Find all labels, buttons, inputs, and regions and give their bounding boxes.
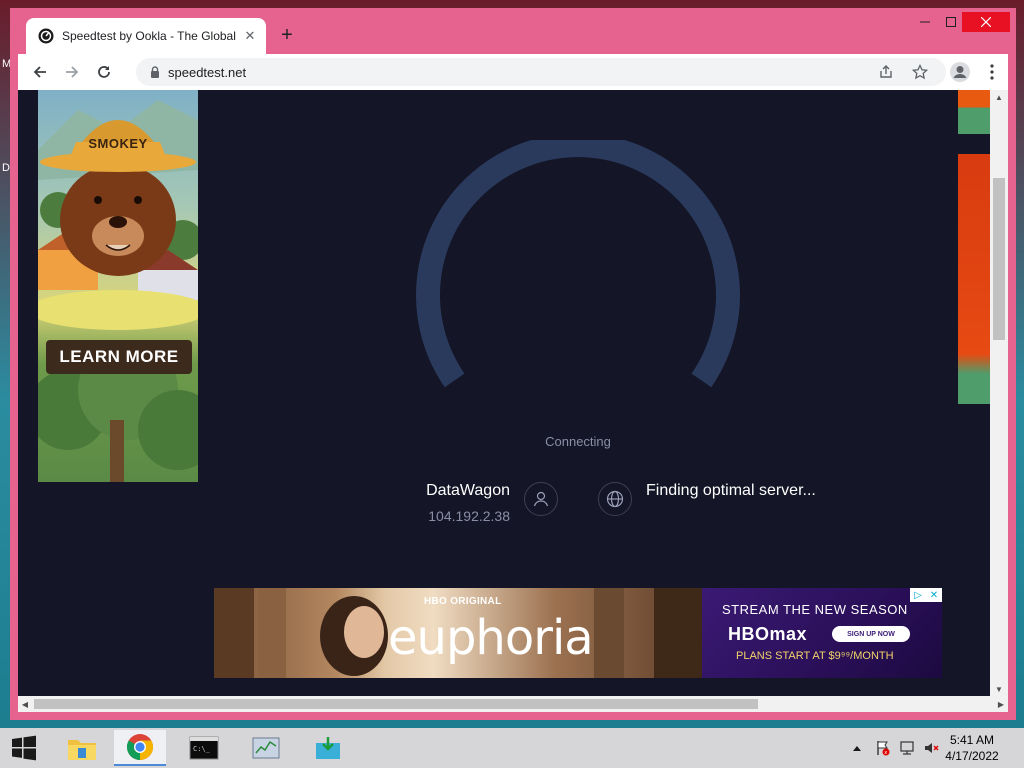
chrome-taskbar-button[interactable] (114, 730, 166, 766)
chrome-icon (126, 734, 154, 761)
smokey-hat-text: SMOKEY (88, 136, 148, 151)
cmd-taskbar-button[interactable]: C:\_ (178, 730, 230, 766)
euphoria-photo: HBO ORIGINAL euphoria (214, 588, 702, 678)
hbo-max-banner-ad[interactable]: HBO ORIGINAL euphoria STREAM THE NEW SEA… (214, 588, 942, 678)
connection-status: Connecting (545, 434, 611, 449)
smokey-bear-ad[interactable]: SMOKEY LEARN MORE (38, 90, 198, 482)
plans-text: PLANS START AT $9⁹⁹/MONTH (736, 650, 894, 662)
euphoria-title: euphoria (388, 610, 594, 666)
hbo-original-label: HBO ORIGINAL (424, 596, 502, 607)
close-window-button[interactable] (962, 12, 1010, 32)
reload-button[interactable] (90, 58, 118, 86)
right-ad-middle[interactable] (958, 154, 990, 404)
ad-close-icon[interactable]: ✕ (926, 588, 942, 602)
network-icon (900, 741, 914, 755)
clock-date: 4/17/2022 (945, 749, 999, 763)
vertical-scroll-thumb[interactable] (993, 178, 1005, 340)
desktop-icon-label[interactable]: D (2, 162, 10, 174)
scroll-left-icon[interactable]: ◀ (18, 696, 32, 712)
scroll-down-icon[interactable]: ▼ (990, 682, 1008, 696)
learn-more-button[interactable]: LEARN MORE (46, 340, 192, 374)
svg-text:C:\_: C:\_ (193, 745, 211, 753)
browser-menu-button[interactable] (978, 58, 1006, 86)
ad-choices-icon[interactable]: ▷ (910, 588, 926, 602)
flag-warning-icon: x (877, 741, 890, 756)
horizontal-scrollbar[interactable]: ◀ ▶ (18, 696, 1008, 712)
download-icon (316, 737, 340, 759)
address-bar[interactable]: speedtest.net (136, 58, 946, 86)
browser-window: Speedtest by Ookla - The Global ✕ + spee… (10, 8, 1016, 720)
ad-choices[interactable]: ▷ ✕ (910, 588, 942, 602)
task-manager-taskbar-button[interactable] (240, 730, 292, 766)
forward-button[interactable] (58, 58, 86, 86)
show-hidden-icons-button[interactable] (848, 728, 866, 768)
maximize-icon (946, 17, 956, 27)
globe-icon (606, 490, 624, 508)
network-tray-button[interactable] (896, 728, 918, 768)
windows-logo-icon (12, 735, 36, 761)
close-icon (981, 17, 991, 27)
profile-button[interactable] (946, 58, 974, 86)
scroll-up-icon[interactable]: ▲ (990, 90, 1008, 104)
sign-up-now-button[interactable]: SIGN UP NOW (832, 626, 910, 642)
scroll-right-icon[interactable]: ▶ (994, 696, 1008, 712)
clock-time: 5:41 AM (949, 733, 995, 747)
isp-ip-address: 104.192.2.38 (428, 508, 510, 524)
minimize-icon (920, 21, 930, 23)
forward-arrow-icon (66, 66, 79, 78)
chevron-up-icon (853, 746, 861, 751)
task-manager-icon (252, 737, 280, 759)
folder-icon (68, 740, 96, 760)
bookmark-star-icon[interactable] (912, 64, 928, 80)
new-tab-button[interactable]: + (276, 24, 298, 46)
stream-headline: STREAM THE NEW SEASON (722, 602, 908, 617)
right-ad-top[interactable] (958, 90, 990, 134)
kebab-menu-icon (990, 64, 994, 80)
speed-gauge (416, 140, 740, 388)
browser-tab[interactable]: Speedtest by Ookla - The Global ✕ (26, 18, 266, 54)
user-icon (533, 491, 549, 507)
back-arrow-icon (33, 66, 46, 78)
speedtest-favicon-icon (38, 28, 54, 44)
reload-icon (98, 66, 110, 78)
action-center-flag-button[interactable]: x (872, 728, 894, 768)
system-clock[interactable]: 5:41 AM 4/17/2022 (932, 732, 1012, 764)
tab-title: Speedtest by Ookla - The Global (62, 29, 236, 43)
hbo-max-promo: STREAM THE NEW SEASON HBOmax SIGN UP NOW… (702, 588, 942, 678)
user-circle[interactable] (524, 482, 558, 516)
start-button[interactable] (0, 728, 48, 768)
vertical-scrollbar[interactable]: ▲ ▼ (990, 90, 1008, 696)
gauge-track (416, 140, 740, 388)
downloader-taskbar-button[interactable] (302, 730, 354, 766)
globe-circle[interactable] (598, 482, 632, 516)
server-status[interactable]: Finding optimal server... (646, 482, 816, 500)
back-button[interactable] (26, 58, 54, 86)
tab-close-icon[interactable]: ✕ (242, 28, 258, 44)
browser-toolbar: speedtest.net (18, 54, 1008, 90)
share-icon[interactable] (878, 64, 894, 80)
title-bar: Speedtest by Ookla - The Global ✕ + (10, 8, 1016, 54)
taskbar: C:\_ x 5:41 AM 4/17/2022 (0, 728, 1024, 768)
page-viewport: SMOKEY LEARN MORE Connecting DataWagon 1… (18, 90, 1008, 712)
url-text: speedtest.net (168, 64, 247, 80)
file-explorer-taskbar-button[interactable] (56, 730, 108, 766)
hbomax-logo: HBOmax (728, 624, 808, 644)
profile-avatar-icon (950, 62, 970, 82)
command-prompt-icon: C:\_ (189, 736, 219, 760)
isp-name: DataWagon (426, 482, 510, 499)
svg-text:x: x (884, 750, 887, 756)
horizontal-scroll-thumb[interactable] (34, 699, 758, 709)
lock-icon[interactable] (148, 65, 162, 79)
